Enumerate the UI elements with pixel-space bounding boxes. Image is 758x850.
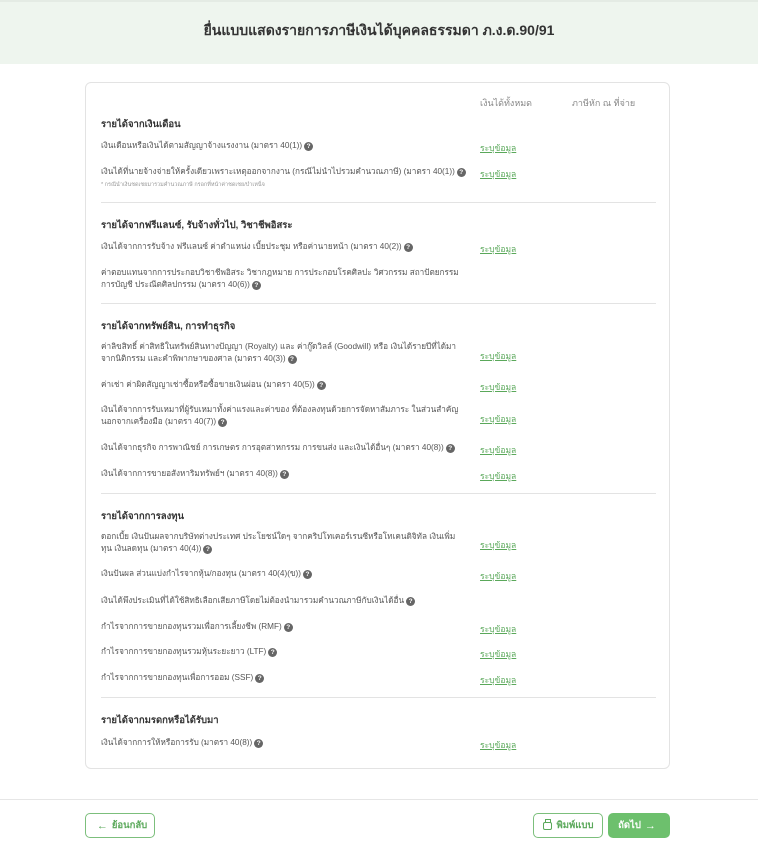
- income-row-ssf: กำไรจากการขายกองทุนเพื่อการออม (SSF)?: [101, 672, 466, 684]
- help-icon[interactable]: ?: [218, 418, 228, 427]
- income-row-interest: ดอกเบี้ย เงินปันผลจากบริษัทต่างประเทศ ปร…: [101, 531, 466, 555]
- next-button[interactable]: ถัดไป →: [608, 813, 670, 838]
- row-label: เงินปันผล ส่วนแบ่งกำไรจากหุ้น/กองทุน (มา…: [101, 569, 301, 578]
- help-icon[interactable]: ?: [456, 168, 466, 177]
- row-label: กำไรจากการขายกองทุนรวมหุ้นระยะยาว (LTF): [101, 647, 267, 656]
- printer-icon: [542, 818, 552, 830]
- help-icon[interactable]: ?: [316, 381, 326, 390]
- fill-link-ssf[interactable]: ระบุข้อมูล: [480, 673, 516, 687]
- page-title: ยื่นแบบแสดงรายการภาษีเงินได้บุคคลธรรมดา …: [203, 22, 555, 38]
- row-label: เงินได้จากการรับจ้าง ฟรีแลนซ์ ค่าตำแหน่ง…: [101, 242, 402, 251]
- section-title-property-business: รายได้จากทรัพย์สิน, การทำธุรกิจ: [101, 321, 236, 332]
- back-button-label: ย้อนกลับ: [111, 820, 148, 831]
- row-label: กำไรจากการขายกองทุนเพื่อการออม (SSF): [101, 673, 254, 682]
- print-button-label: พิมพ์แบบ: [556, 820, 594, 831]
- section-divider: [101, 202, 656, 203]
- income-row-professional: ค่าตอบแทนจากการประกอบวิชาชีพอิสระ วิชากฎ…: [101, 267, 466, 291]
- row-label: เงินได้จากการรับเหมาที่ผู้รับเหมาทั้งค่า…: [101, 405, 459, 426]
- section-divider: [101, 303, 656, 304]
- section-divider: [101, 697, 656, 698]
- arrow-right-icon: →: [644, 819, 656, 832]
- row-label: เงินได้จากการขายอสังหาริมทรัพย์ฯ (มาตรา …: [101, 469, 278, 478]
- income-row-final-tax-election: เงินได้พึงประเมินที่ได้ใช้สิทธิเลือกเสีย…: [101, 595, 466, 607]
- fill-link-salary[interactable]: ระบุข้อมูล: [480, 141, 516, 155]
- help-icon[interactable]: ?: [406, 597, 416, 606]
- row-label: เงินได้พึงประเมินที่ได้ใช้สิทธิเลือกเสีย…: [101, 596, 405, 605]
- income-card: เงินได้ทั้งหมด ภาษีหัก ณ ที่จ่าย รายได้จ…: [85, 82, 670, 769]
- fill-link-business[interactable]: ระบุข้อมูล: [480, 443, 516, 457]
- fill-link-rmf[interactable]: ระบุข้อมูล: [480, 622, 516, 636]
- fill-link-contractor[interactable]: ระบุข้อมูล: [480, 412, 516, 426]
- help-icon[interactable]: ?: [254, 739, 264, 748]
- fill-link-real-estate-sale[interactable]: ระบุข้อมูล: [480, 469, 516, 483]
- row-label: ค่าเช่า ค่าผิดสัญญาเช่าซื้อหรือซื้อขายเง…: [101, 380, 315, 389]
- fill-link-freelance[interactable]: ระบุข้อมูล: [480, 242, 516, 256]
- income-row-dividend: เงินปันผล ส่วนแบ่งกำไรจากหุ้น/กองทุน (มา…: [101, 568, 466, 580]
- help-icon[interactable]: ?: [403, 243, 413, 252]
- fill-link-gift[interactable]: ระบุข้อมูล: [480, 738, 516, 752]
- help-icon[interactable]: ?: [287, 355, 297, 364]
- row-label: เงินเดือนหรือเงินได้ตามสัญญาจ้างแรงงาน (…: [101, 141, 303, 150]
- income-row-ltf: กำไรจากการขายกองทุนรวมหุ้นระยะยาว (LTF)?: [101, 646, 466, 658]
- column-header-withholding-tax: ภาษีหัก ณ ที่จ่าย: [572, 98, 636, 108]
- section-title-salary: รายได้จากเงินเดือน: [101, 119, 181, 130]
- row-label: เงินได้ที่นายจ้างจ่ายให้ครั้งเดียวเพราะเ…: [101, 167, 455, 176]
- section-title-investment: รายได้จากการลงทุน: [101, 511, 185, 522]
- help-icon[interactable]: ?: [268, 648, 278, 657]
- fill-link-dividend[interactable]: ระบุข้อมูล: [480, 569, 516, 583]
- column-header-total-income: เงินได้ทั้งหมด: [480, 98, 533, 108]
- help-icon[interactable]: ?: [283, 623, 293, 632]
- help-icon[interactable]: ?: [304, 142, 314, 151]
- fill-link-rental[interactable]: ระบุข้อมูล: [480, 380, 516, 394]
- help-icon[interactable]: ?: [445, 444, 455, 453]
- income-row-royalty: ค่าลิขสิทธิ์ ค่าสิทธิในทรัพย์สินทางปัญญา…: [101, 341, 466, 365]
- fill-link-interest[interactable]: ระบุข้อมูล: [480, 538, 516, 552]
- income-row-rental: ค่าเช่า ค่าผิดสัญญาเช่าซื้อหรือซื้อขายเง…: [101, 379, 466, 391]
- income-row-freelance: เงินได้จากการรับจ้าง ฟรีแลนซ์ ค่าตำแหน่ง…: [101, 241, 466, 253]
- fill-link-ltf[interactable]: ระบุข้อมูล: [480, 647, 516, 661]
- help-icon[interactable]: ?: [279, 470, 289, 479]
- help-icon[interactable]: ?: [255, 674, 265, 683]
- row-label: ค่าตอบแทนจากการประกอบวิชาชีพอิสระ วิชากฎ…: [101, 268, 459, 289]
- severance-note: * กรณีนำเงินชดเชยมารวมคำนวณภาษี กรอกที่ห…: [101, 182, 265, 188]
- row-label: กำไรจากการขายกองทุนรวมเพื่อการเลี้ยงชีพ …: [101, 622, 282, 631]
- income-row-real-estate-sale: เงินได้จากการขายอสังหาริมทรัพย์ฯ (มาตรา …: [101, 468, 466, 480]
- fill-link-severance[interactable]: ระบุข้อมูล: [480, 167, 516, 181]
- row-label: ดอกเบี้ย เงินปันผลจากบริษัทต่างประเทศ ปร…: [101, 532, 456, 553]
- footer-divider: [0, 799, 758, 800]
- income-row-contractor: เงินได้จากการรับเหมาที่ผู้รับเหมาทั้งค่า…: [101, 404, 466, 428]
- back-button[interactable]: ← ย้อนกลับ: [85, 813, 155, 838]
- row-label: เงินได้จากการให้หรือการรับ (มาตรา 40(8)): [101, 738, 253, 747]
- income-row-salary: เงินเดือนหรือเงินได้ตามสัญญาจ้างแรงงาน (…: [101, 140, 466, 152]
- section-title-inheritance: รายได้จากมรดกหรือได้รับมา: [101, 715, 219, 726]
- income-row-severance: เงินได้ที่นายจ้างจ่ายให้ครั้งเดียวเพราะเ…: [101, 166, 466, 178]
- next-button-label: ถัดไป: [618, 820, 641, 831]
- help-icon[interactable]: ?: [251, 281, 261, 290]
- row-label: เงินได้จากธุรกิจ การพาณิชย์ การเกษตร การ…: [101, 443, 444, 452]
- row-label: ค่าลิขสิทธิ์ ค่าสิทธิในทรัพย์สินทางปัญญา…: [101, 342, 457, 363]
- arrow-left-icon: ←: [96, 819, 108, 832]
- fill-link-royalty[interactable]: ระบุข้อมูล: [480, 349, 516, 363]
- income-row-gift: เงินได้จากการให้หรือการรับ (มาตรา 40(8))…: [101, 737, 466, 749]
- help-icon[interactable]: ?: [203, 545, 213, 554]
- section-divider: [101, 493, 656, 494]
- print-button[interactable]: พิมพ์แบบ: [533, 813, 603, 838]
- income-row-business: เงินได้จากธุรกิจ การพาณิชย์ การเกษตร การ…: [101, 442, 466, 454]
- help-icon[interactable]: ?: [302, 570, 312, 579]
- income-row-rmf: กำไรจากการขายกองทุนรวมเพื่อการเลี้ยงชีพ …: [101, 621, 466, 633]
- section-title-freelance: รายได้จากฟรีแลนซ์, รับจ้างทั่วไป, วิชาชี…: [101, 220, 293, 231]
